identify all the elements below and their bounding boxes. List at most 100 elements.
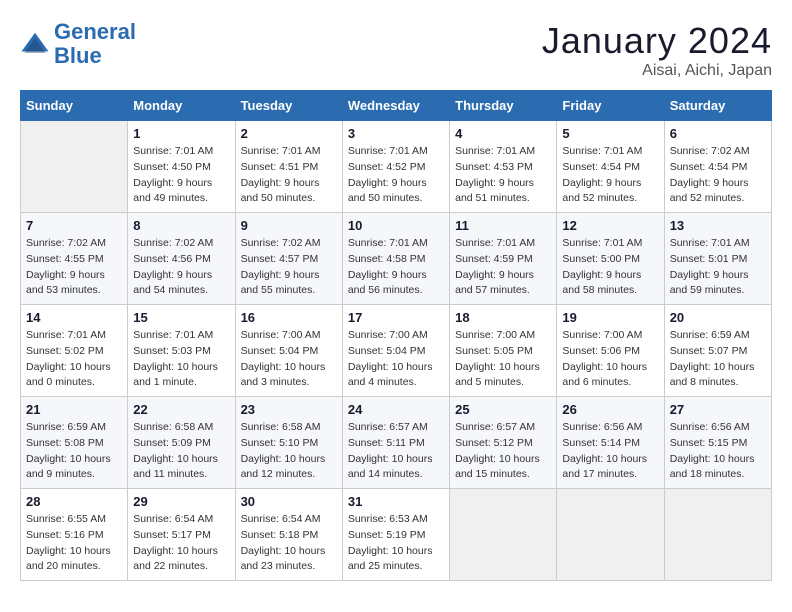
calendar-cell: 21 Sunrise: 6:59 AMSunset: 5:08 PMDayligh… [21, 397, 128, 489]
calendar-header: SundayMondayTuesdayWednesdayThursdayFrid… [21, 91, 772, 121]
day-number: 2 [241, 126, 337, 141]
page-header: General Blue January 2024 Aisai, Aichi, … [20, 20, 772, 80]
day-number: 23 [241, 402, 337, 417]
calendar-cell [664, 489, 771, 581]
day-info: Sunrise: 7:01 AMSunset: 4:58 PMDaylight:… [348, 236, 444, 299]
calendar-cell: 19 Sunrise: 7:00 AMSunset: 5:06 PMDayligh… [557, 305, 664, 397]
calendar-cell: 23 Sunrise: 6:58 AMSunset: 5:10 PMDayligh… [235, 397, 342, 489]
calendar-cell: 28Sunrise: 6:55 AMSunset: 5:16 PMDayligh… [21, 489, 128, 581]
day-number: 16 [241, 310, 337, 325]
weekday-header: Monday [128, 91, 235, 121]
calendar-cell: 20 Sunrise: 6:59 AMSunset: 5:07 PMDayligh… [664, 305, 771, 397]
weekday-header: Friday [557, 91, 664, 121]
calendar-cell: 14Sunrise: 7:01 AMSunset: 5:02 PMDayligh… [21, 305, 128, 397]
calendar-cell: 1Sunrise: 7:01 AMSunset: 4:50 PMDaylight… [128, 121, 235, 213]
day-info: Sunrise: 6:55 AMSunset: 5:16 PMDaylight:… [26, 512, 122, 575]
day-number: 30 [241, 494, 337, 509]
day-info: Sunrise: 7:02 AMSunset: 4:56 PMDaylight:… [133, 236, 229, 299]
day-number: 21 [26, 402, 122, 417]
calendar-cell: 31 Sunrise: 6:53 AMSunset: 5:19 PMDayligh… [342, 489, 449, 581]
calendar-cell [21, 121, 128, 213]
day-info: Sunrise: 6:54 AMSunset: 5:18 PMDaylight:… [241, 512, 337, 575]
day-number: 17 [348, 310, 444, 325]
day-number: 22 [133, 402, 229, 417]
day-info: Sunrise: 6:58 AMSunset: 5:10 PMDaylight:… [241, 420, 337, 483]
calendar-cell: 5 Sunrise: 7:01 AMSunset: 4:54 PMDaylight… [557, 121, 664, 213]
day-number: 12 [562, 218, 658, 233]
day-number: 20 [670, 310, 766, 325]
day-number: 13 [670, 218, 766, 233]
calendar-cell: 3 Sunrise: 7:01 AMSunset: 4:52 PMDaylight… [342, 121, 449, 213]
day-info: Sunrise: 7:01 AMSunset: 4:59 PMDaylight:… [455, 236, 551, 299]
calendar-cell: 18 Sunrise: 7:00 AMSunset: 5:05 PMDayligh… [450, 305, 557, 397]
logo-text: General Blue [54, 20, 136, 68]
day-info: Sunrise: 6:57 AMSunset: 5:11 PMDaylight:… [348, 420, 444, 483]
calendar-cell: 27 Sunrise: 6:56 AMSunset: 5:15 PMDayligh… [664, 397, 771, 489]
weekday-header: Sunday [21, 91, 128, 121]
day-number: 29 [133, 494, 229, 509]
day-number: 11 [455, 218, 551, 233]
day-number: 10 [348, 218, 444, 233]
header-row: SundayMondayTuesdayWednesdayThursdayFrid… [21, 91, 772, 121]
calendar-week-row: 28Sunrise: 6:55 AMSunset: 5:16 PMDayligh… [21, 489, 772, 581]
day-info: Sunrise: 7:01 AMSunset: 5:01 PMDaylight:… [670, 236, 766, 299]
day-number: 24 [348, 402, 444, 417]
day-number: 26 [562, 402, 658, 417]
calendar-cell: 26Sunrise: 6:56 AMSunset: 5:14 PMDayligh… [557, 397, 664, 489]
day-number: 4 [455, 126, 551, 141]
day-info: Sunrise: 7:01 AMSunset: 4:53 PMDaylight:… [455, 144, 551, 207]
calendar-table: SundayMondayTuesdayWednesdayThursdayFrid… [20, 90, 772, 581]
subtitle: Aisai, Aichi, Japan [542, 62, 772, 80]
day-number: 6 [670, 126, 766, 141]
day-info: Sunrise: 6:58 AMSunset: 5:09 PMDaylight:… [133, 420, 229, 483]
calendar-cell: 22 Sunrise: 6:58 AMSunset: 5:09 PMDayligh… [128, 397, 235, 489]
calendar-cell: 11 Sunrise: 7:01 AMSunset: 4:59 PMDayligh… [450, 213, 557, 305]
calendar-week-row: 21 Sunrise: 6:59 AMSunset: 5:08 PMDayligh… [21, 397, 772, 489]
day-number: 5 [562, 126, 658, 141]
day-info: Sunrise: 6:59 AMSunset: 5:07 PMDaylight:… [670, 328, 766, 391]
day-info: Sunrise: 6:57 AMSunset: 5:12 PMDaylight:… [455, 420, 551, 483]
logo-icon [20, 29, 50, 59]
calendar-cell: 2 Sunrise: 7:01 AMSunset: 4:51 PMDaylight… [235, 121, 342, 213]
calendar-cell: 9Sunrise: 7:02 AMSunset: 4:57 PMDaylight… [235, 213, 342, 305]
day-info: Sunrise: 6:53 AMSunset: 5:19 PMDaylight:… [348, 512, 444, 575]
day-number: 27 [670, 402, 766, 417]
day-number: 3 [348, 126, 444, 141]
day-info: Sunrise: 7:01 AMSunset: 5:00 PMDaylight:… [562, 236, 658, 299]
day-info: Sunrise: 6:54 AMSunset: 5:17 PMDaylight:… [133, 512, 229, 575]
calendar-cell: 13 Sunrise: 7:01 AMSunset: 5:01 PMDayligh… [664, 213, 771, 305]
day-info: Sunrise: 7:02 AMSunset: 4:54 PMDaylight:… [670, 144, 766, 207]
day-number: 19 [562, 310, 658, 325]
day-info: Sunrise: 7:01 AMSunset: 5:03 PMDaylight:… [133, 328, 229, 391]
weekday-header: Wednesday [342, 91, 449, 121]
weekday-header: Thursday [450, 91, 557, 121]
day-info: Sunrise: 7:01 AMSunset: 4:54 PMDaylight:… [562, 144, 658, 207]
calendar-cell: 30 Sunrise: 6:54 AMSunset: 5:18 PMDayligh… [235, 489, 342, 581]
day-info: Sunrise: 6:56 AMSunset: 5:15 PMDaylight:… [670, 420, 766, 483]
month-title: January 2024 [542, 20, 772, 62]
day-info: Sunrise: 7:00 AMSunset: 5:06 PMDaylight:… [562, 328, 658, 391]
day-info: Sunrise: 7:01 AMSunset: 4:51 PMDaylight:… [241, 144, 337, 207]
calendar-cell: 17 Sunrise: 7:00 AMSunset: 5:04 PMDayligh… [342, 305, 449, 397]
day-number: 9 [241, 218, 337, 233]
calendar-cell: 7 Sunrise: 7:02 AMSunset: 4:55 PMDaylight… [21, 213, 128, 305]
weekday-header: Tuesday [235, 91, 342, 121]
calendar-week-row: 14Sunrise: 7:01 AMSunset: 5:02 PMDayligh… [21, 305, 772, 397]
calendar-cell [557, 489, 664, 581]
day-number: 18 [455, 310, 551, 325]
day-info: Sunrise: 7:01 AMSunset: 4:52 PMDaylight:… [348, 144, 444, 207]
day-info: Sunrise: 7:00 AMSunset: 5:04 PMDaylight:… [348, 328, 444, 391]
day-number: 7 [26, 218, 122, 233]
day-number: 15 [133, 310, 229, 325]
day-number: 1 [133, 126, 229, 141]
day-info: Sunrise: 7:02 AMSunset: 4:55 PMDaylight:… [26, 236, 122, 299]
calendar-cell: 24 Sunrise: 6:57 AMSunset: 5:11 PMDayligh… [342, 397, 449, 489]
day-info: Sunrise: 7:00 AMSunset: 5:04 PMDaylight:… [241, 328, 337, 391]
day-info: Sunrise: 7:00 AMSunset: 5:05 PMDaylight:… [455, 328, 551, 391]
calendar-cell: 25 Sunrise: 6:57 AMSunset: 5:12 PMDayligh… [450, 397, 557, 489]
calendar-body: 1Sunrise: 7:01 AMSunset: 4:50 PMDaylight… [21, 121, 772, 581]
day-info: Sunrise: 7:01 AMSunset: 5:02 PMDaylight:… [26, 328, 122, 391]
day-number: 25 [455, 402, 551, 417]
day-number: 31 [348, 494, 444, 509]
day-info: Sunrise: 6:59 AMSunset: 5:08 PMDaylight:… [26, 420, 122, 483]
